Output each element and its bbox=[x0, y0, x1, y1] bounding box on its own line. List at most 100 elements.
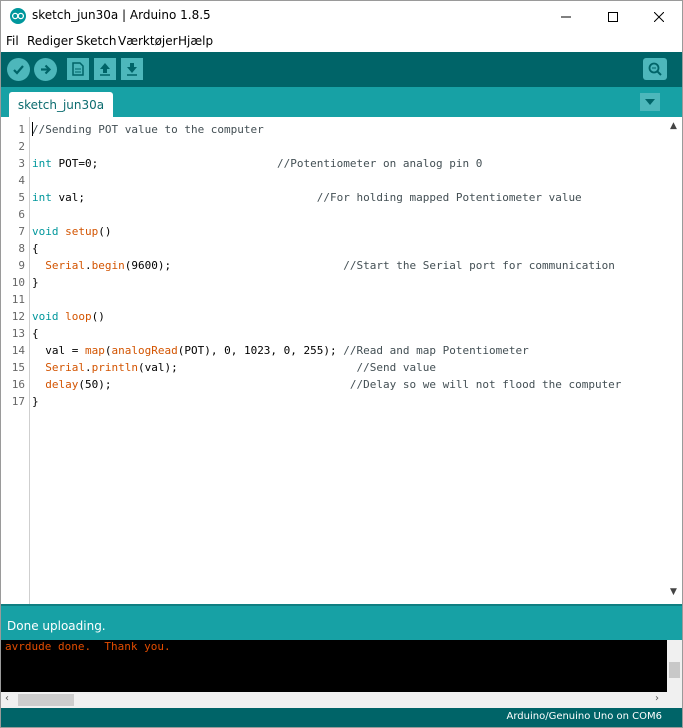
line-number: 11 bbox=[11, 293, 25, 306]
board-status-bar: Arduino/Genuino Uno on COM6 bbox=[1, 708, 682, 727]
serial-monitor-icon bbox=[648, 62, 662, 76]
code-text: { bbox=[32, 327, 39, 340]
verify-button[interactable] bbox=[7, 58, 30, 81]
line-number: 13 bbox=[11, 327, 25, 340]
line-number: 15 bbox=[11, 361, 25, 374]
code-text: () bbox=[91, 310, 105, 323]
chevron-down-icon bbox=[645, 99, 655, 105]
scroll-down-icon[interactable]: ▼ bbox=[670, 587, 677, 597]
code-function: loop bbox=[65, 310, 92, 323]
console-output[interactable]: avrdude done. Thank you. bbox=[1, 640, 682, 692]
code-function: println bbox=[91, 361, 138, 374]
code-line[interactable]: //Sending POT value to the computer bbox=[32, 121, 264, 138]
code-function: Serial bbox=[45, 361, 85, 374]
code-line[interactable]: Serial.println(val); //Send value bbox=[32, 359, 436, 376]
code-editor[interactable]: 1 2 3 4 5 6 7 8 9 10 11 12 13 14 15 16 17 ▲ ▼ //Sending … bbox=[1, 117, 682, 604]
new-file-icon bbox=[72, 62, 84, 76]
code-comment: //Potentiometer on analog pin 0 bbox=[277, 157, 483, 170]
save-button[interactable] bbox=[121, 58, 143, 80]
toolbar bbox=[1, 52, 682, 87]
console-horizontal-scrollbar[interactable]: ‹ › bbox=[1, 692, 682, 708]
tab-row: sketch_jun30a bbox=[1, 87, 682, 117]
scroll-up-icon[interactable]: ▲ bbox=[670, 121, 677, 131]
code-keyword: void bbox=[32, 310, 59, 323]
menu-bar: Fil Rediger Sketch Værktøjer Hjælp bbox=[1, 32, 682, 52]
window-title: sketch_jun30a | Arduino 1.8.5 bbox=[32, 8, 211, 22]
line-number: 10 bbox=[11, 276, 25, 289]
open-button[interactable] bbox=[94, 58, 116, 80]
code-text: } bbox=[32, 276, 39, 289]
code-line[interactable]: val = map(analogRead(POT), 0, 1023, 0, 2… bbox=[32, 342, 529, 359]
code-line[interactable]: void loop() bbox=[32, 308, 105, 325]
menu-hjaelp[interactable]: Hjælp bbox=[178, 34, 213, 48]
code-line[interactable]: void setup() bbox=[32, 223, 112, 240]
line-number: 4 bbox=[18, 174, 25, 187]
code-line[interactable]: int val; //For holding mapped Potentiome… bbox=[32, 189, 582, 206]
code-keyword: int bbox=[32, 157, 52, 170]
console-scroll-thumb[interactable] bbox=[669, 662, 680, 678]
code-text: . bbox=[85, 361, 92, 374]
menu-vaerktojer[interactable]: Værktøjer bbox=[118, 34, 178, 48]
code-line[interactable]: delay(50); //Delay so we will not flood … bbox=[32, 376, 621, 393]
line-number: 9 bbox=[18, 259, 25, 272]
open-up-arrow-icon bbox=[100, 63, 110, 76]
status-bar: Done uploading. bbox=[1, 604, 682, 642]
maximize-button[interactable] bbox=[590, 1, 636, 32]
code-function: setup bbox=[65, 225, 99, 238]
minimize-button[interactable] bbox=[543, 1, 589, 32]
code-function: map bbox=[84, 344, 105, 357]
tab-sketch[interactable]: sketch_jun30a bbox=[9, 92, 113, 117]
code-line[interactable]: Serial.begin(9600); //Start the Serial p… bbox=[32, 257, 615, 274]
line-number: 14 bbox=[11, 344, 25, 357]
code-comment: //Send value bbox=[356, 361, 437, 374]
line-number-gutter: 1 2 3 4 5 6 7 8 9 10 11 12 13 14 15 16 17 bbox=[1, 117, 30, 604]
code-keyword: void bbox=[32, 225, 59, 238]
scroll-left-icon[interactable]: ‹ bbox=[5, 693, 9, 704]
save-down-arrow-icon bbox=[127, 63, 137, 76]
console-text: avrdude done. Thank you. bbox=[5, 640, 171, 653]
line-number: 3 bbox=[18, 157, 25, 170]
minimize-icon bbox=[561, 16, 571, 17]
status-message: Done uploading. bbox=[7, 619, 106, 633]
code-text: (POT), 0, 1023, 0, 255); bbox=[177, 344, 344, 357]
code-text: (val); bbox=[137, 361, 357, 374]
code-line[interactable]: int POT=0; //Potentiometer on analog pin… bbox=[32, 155, 482, 172]
line-number: 16 bbox=[11, 378, 25, 391]
code-text: } bbox=[32, 395, 39, 408]
line-number: 8 bbox=[18, 242, 25, 255]
tab-menu-button[interactable] bbox=[640, 93, 660, 111]
menu-sketch[interactable]: Sketch bbox=[76, 34, 116, 48]
verify-icon bbox=[13, 65, 24, 75]
code-line[interactable]: } bbox=[32, 393, 39, 410]
menu-fil[interactable]: Fil bbox=[6, 34, 19, 48]
code-comment: //Delay so we will not flood the compute… bbox=[349, 378, 622, 391]
code-text: . bbox=[85, 259, 92, 272]
code-line[interactable]: { bbox=[32, 240, 39, 257]
code-comment: //For holding mapped Potentiometer value bbox=[316, 191, 582, 204]
scroll-right-icon[interactable]: › bbox=[655, 693, 659, 704]
close-icon bbox=[654, 11, 664, 22]
new-button[interactable] bbox=[67, 58, 89, 80]
code-function: Serial bbox=[45, 259, 85, 272]
line-number: 12 bbox=[11, 310, 25, 323]
code-line[interactable]: } bbox=[32, 274, 39, 291]
horizontal-scroll-thumb[interactable] bbox=[18, 694, 74, 706]
upload-button[interactable] bbox=[34, 58, 57, 81]
serial-monitor-button[interactable] bbox=[643, 58, 667, 80]
code-function: delay bbox=[45, 378, 79, 391]
menu-rediger[interactable]: Rediger bbox=[27, 34, 73, 48]
code-keyword: int bbox=[32, 191, 52, 204]
title-bar: sketch_jun30a | Arduino 1.8.5 bbox=[1, 1, 682, 32]
upload-arrow-icon bbox=[41, 64, 52, 75]
close-button[interactable] bbox=[636, 1, 682, 32]
editor-vertical-scrollbar[interactable]: ▲ ▼ bbox=[667, 117, 682, 604]
code-line[interactable]: { bbox=[32, 325, 39, 342]
console-vertical-scrollbar[interactable] bbox=[667, 640, 682, 692]
line-number: 6 bbox=[18, 208, 25, 221]
code-comment: //Sending POT value to the computer bbox=[32, 123, 264, 136]
line-number: 5 bbox=[18, 191, 25, 204]
code-comment: //Start the Serial port for communicatio… bbox=[343, 259, 615, 272]
